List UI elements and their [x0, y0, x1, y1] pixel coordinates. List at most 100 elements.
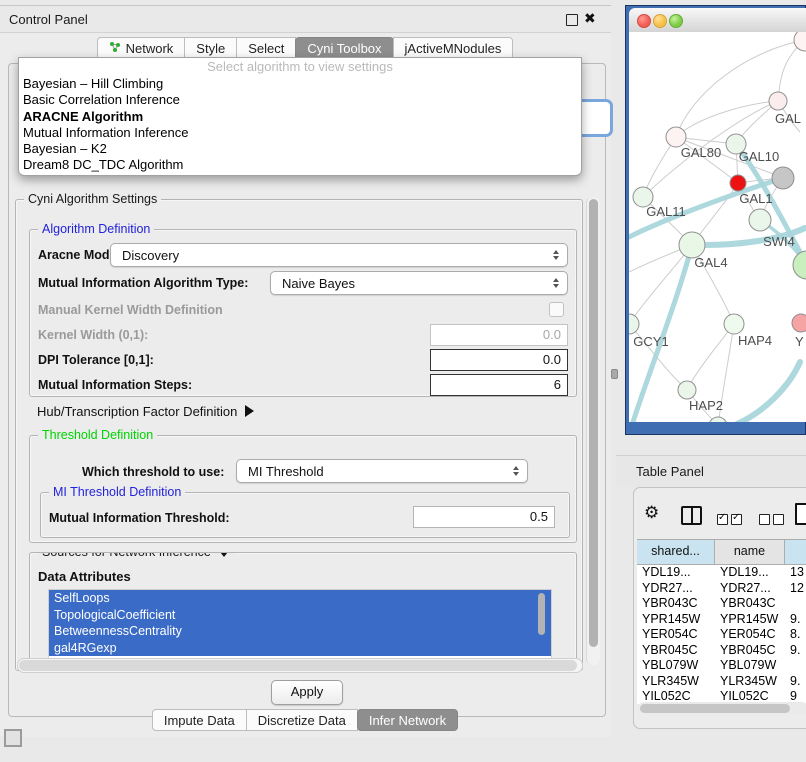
network-edge-highlighted[interactable]	[737, 362, 800, 422]
network-edge[interactable]	[676, 101, 778, 137]
table-cell[interactable]: 8.	[785, 627, 806, 643]
table-cell[interactable]: YBR045C	[715, 643, 785, 659]
dock-panel-icon[interactable]	[4, 729, 22, 747]
dropdown-item-bayesian-k2[interactable]: Bayesian – K2	[19, 141, 581, 157]
table-cell[interactable]: YBR045C	[637, 643, 715, 659]
network-node[interactable]	[772, 167, 794, 189]
dropdown-item-aracne-algorithm[interactable]: ARACNE Algorithm	[19, 109, 581, 125]
tab-infer-network[interactable]: Infer Network	[357, 709, 458, 731]
zoom-traffic-light-icon[interactable]	[669, 14, 683, 28]
network-node-swi4[interactable]	[749, 209, 771, 231]
table-cell[interactable]: YER054C	[715, 627, 785, 643]
table-cell[interactable]: YBL079W	[637, 658, 715, 674]
network-node-gal[interactable]	[769, 92, 787, 110]
table-cell[interactable]: YDR27...	[637, 581, 715, 597]
tab-impute-data[interactable]: Impute Data	[152, 709, 247, 731]
attribute-item-gal4rgexp[interactable]: gal4RGexp	[49, 640, 551, 657]
network-node-gal1[interactable]	[730, 175, 746, 191]
network-canvas[interactable]: GALGAL80GAL10GAL1GAL11SWI4GAL4GCY1HAP4YH…	[629, 32, 806, 422]
network-node[interactable]	[793, 251, 806, 279]
network-window-titlebar[interactable]	[629, 8, 806, 33]
table-cell[interactable]: YBL079W	[715, 658, 785, 674]
table-cell[interactable]: 13	[785, 565, 806, 581]
network-node[interactable]	[794, 32, 806, 51]
table-cell[interactable]: 9.	[785, 612, 806, 628]
table-cell[interactable]: 12	[785, 581, 806, 597]
stepper-arrows-icon	[553, 278, 561, 288]
table-cell[interactable]: YDR27...	[715, 581, 785, 597]
kernel-width-input[interactable]: 0.0	[430, 324, 568, 346]
column-header-shared[interactable]: shared...	[637, 540, 715, 564]
table-row[interactable]: YBR043CYBR043C	[637, 596, 806, 612]
apply-button[interactable]: Apply	[271, 680, 343, 705]
table-row[interactable]: YDR27...YDR27...12	[637, 581, 806, 597]
hub-definition-toggle[interactable]: Hub/Transcription Factor Definition	[37, 404, 254, 419]
which-threshold-combo[interactable]: MI Threshold	[236, 459, 528, 483]
dropdown-item-mutual-information-inference[interactable]: Mutual Information Inference	[19, 125, 581, 141]
table-cell[interactable]: YLR345W	[637, 674, 715, 690]
dropdown-item-bayesian-hill-climbing[interactable]: Bayesian – Hill Climbing	[19, 76, 581, 92]
network-node-gal80[interactable]	[666, 127, 686, 147]
table-cell[interactable]: 9.	[785, 643, 806, 659]
attribute-item-betweennesscentrality[interactable]: BetweennessCentrality	[49, 623, 551, 640]
dpi-tolerance-input[interactable]: 0.0	[430, 349, 568, 371]
table-row[interactable]: YDL19...YDL19...13	[637, 565, 806, 581]
network-node-hap4[interactable]	[724, 314, 744, 334]
panel-splitter-handle[interactable]	[611, 369, 618, 379]
table-cell[interactable]: YLR345W	[715, 674, 785, 690]
table-cell[interactable]: YPR145W	[715, 612, 785, 628]
tab-label: Discretize Data	[258, 713, 346, 728]
settings-vscrollbar[interactable]	[586, 197, 600, 665]
settings-hscrollbar[interactable]	[17, 658, 583, 673]
attribute-item-selfloops[interactable]: SelfLoops	[49, 590, 551, 607]
table-row[interactable]: YBL079WYBL079W	[637, 658, 806, 674]
mi-algorithm-type-combo[interactable]: Naive Bayes	[270, 271, 568, 295]
aracne-mode-value: Discovery	[117, 248, 553, 263]
table-cell[interactable]: YPR145W	[637, 612, 715, 628]
manual-kernel-width-checkbox[interactable]	[549, 302, 564, 317]
tab-label: Network	[126, 41, 174, 56]
tab-discretize-data[interactable]: Discretize Data	[246, 709, 358, 731]
dropdown-item-basic-correlation-inference[interactable]: Basic Correlation Inference	[19, 92, 581, 108]
network-node[interactable]	[709, 417, 727, 422]
network-edge[interactable]	[687, 324, 734, 390]
minimize-traffic-light-icon[interactable]	[653, 14, 667, 28]
table-hscrollbar[interactable]	[638, 702, 806, 714]
select-all-columns-icon[interactable]	[717, 512, 745, 530]
dropdown-item-dream8-dc-tdc-algorithm[interactable]: Dream8 DC_TDC Algorithm	[19, 157, 581, 173]
table-row[interactable]: YLR345WYLR345W9.	[637, 674, 806, 690]
table-cell[interactable]	[785, 596, 806, 612]
attribute-item-topologicalcoefficient[interactable]: TopologicalCoefficient	[49, 607, 551, 624]
table-cell[interactable]	[785, 658, 806, 674]
deselect-all-columns-icon[interactable]	[759, 512, 787, 530]
list-scrollbar-thumb[interactable]	[538, 593, 545, 635]
sources-group-title[interactable]: Sources for Network Inference	[38, 552, 235, 559]
network-node-hap2[interactable]	[678, 381, 696, 399]
table-row[interactable]: YPR145WYPR145W9.	[637, 612, 806, 628]
close-icon[interactable]: ✖	[584, 10, 596, 27]
mi-steps-input[interactable]: 6	[430, 374, 568, 396]
aracne-mode-combo[interactable]: Discovery	[110, 243, 568, 267]
column-header-name[interactable]: name	[715, 540, 785, 564]
table-row[interactable]: YBR045CYBR045C9.	[637, 643, 806, 659]
table-cell[interactable]: YDL19...	[637, 565, 715, 581]
table-settings-gear-icon[interactable]: ⚙	[644, 504, 659, 521]
network-graph[interactable]: GALGAL80GAL10GAL1GAL11SWI4GAL4GCY1HAP4YH…	[629, 32, 806, 422]
settings-hscrollbar-thumb[interactable]	[19, 660, 577, 671]
close-traffic-light-icon[interactable]	[637, 14, 651, 28]
table-hscrollbar-thumb[interactable]	[640, 704, 790, 713]
table-cell[interactable]: YDL19...	[715, 565, 785, 581]
column-layout-icon[interactable]	[681, 506, 702, 525]
float-panel-icon[interactable]	[566, 14, 578, 26]
network-node-gcy1[interactable]	[629, 314, 639, 334]
table-row[interactable]: YER054CYER054C8.	[637, 627, 806, 643]
table-cell[interactable]: YBR043C	[715, 596, 785, 612]
table-cell[interactable]: YBR043C	[637, 596, 715, 612]
settings-vscrollbar-thumb[interactable]	[589, 199, 598, 647]
table-cell[interactable]: 9.	[785, 674, 806, 690]
new-table-document-icon[interactable]	[795, 503, 806, 525]
mi-threshold-input[interactable]: 0.5	[413, 506, 555, 528]
table-cell[interactable]: YER054C	[637, 627, 715, 643]
column-header-2[interactable]	[785, 540, 806, 564]
network-node-y[interactable]	[792, 314, 806, 332]
